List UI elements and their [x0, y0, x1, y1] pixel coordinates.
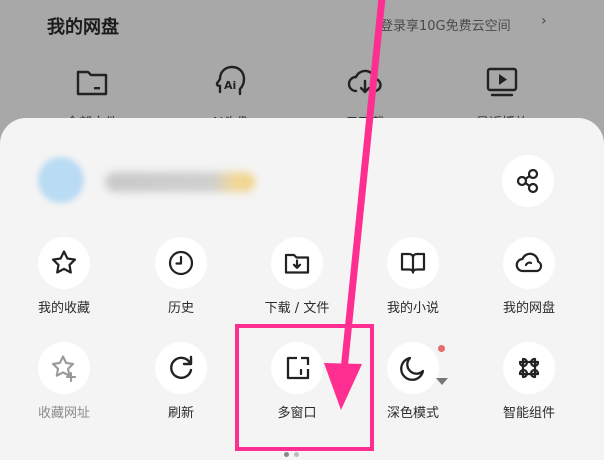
refresh-icon	[170, 355, 193, 379]
menu-item-multi-window[interactable]: 多窗口	[242, 342, 352, 442]
menu-item-label: 下载 / 文件	[264, 301, 330, 316]
menu-item-smart-widgets[interactable]: 智能组件	[474, 342, 584, 442]
share-icon	[516, 168, 539, 194]
menu-item-favorites[interactable]: 我的收藏	[9, 237, 119, 337]
menu-item-label: 刷新	[167, 406, 194, 421]
star-icon	[51, 250, 77, 274]
share-button[interactable]	[502, 155, 554, 207]
menu-item-refresh[interactable]: 刷新	[126, 342, 236, 442]
menu-item-history[interactable]: 历史	[126, 237, 236, 337]
menu-item-novels[interactable]: 我的小说	[358, 237, 468, 337]
page-indicator	[284, 452, 299, 457]
book-icon	[400, 252, 426, 274]
menu-item-label: 历史	[167, 301, 194, 316]
menu-item-cloud-drive[interactable]: 我的网盘	[474, 237, 584, 337]
menu-item-label: 收藏网址	[37, 406, 90, 421]
menu-item-label: 多窗口	[277, 406, 317, 421]
folder-download-icon	[284, 253, 310, 274]
moon-icon	[400, 356, 425, 381]
page-dot	[284, 452, 289, 457]
page-dot	[294, 452, 299, 457]
login-promo-link[interactable]: 登录享10G免费云空间	[380, 15, 511, 34]
clock-icon	[168, 250, 194, 276]
video-play-icon[interactable]	[482, 62, 522, 102]
menu-item-bookmark-url[interactable]: 收藏网址	[9, 342, 119, 442]
menu-item-label: 我的网盘	[502, 301, 555, 316]
svg-text:Ai: Ai	[224, 79, 236, 92]
ai-head-icon[interactable]: Ai	[210, 62, 250, 102]
menu-item-dark-mode[interactable]: 深色模式	[358, 342, 468, 442]
multi-window-icon	[286, 356, 310, 380]
user-name-blurred[interactable]	[105, 172, 255, 192]
cloud-icon	[515, 252, 543, 273]
notification-dot	[438, 345, 445, 352]
widget-icon	[518, 357, 540, 379]
menu-item-label: 我的小说	[386, 301, 439, 316]
menu-item-label: 深色模式	[386, 406, 439, 421]
menu-item-label: 智能组件	[502, 406, 555, 421]
cloud-download-icon[interactable]	[345, 62, 385, 102]
folder-icon[interactable]	[72, 62, 112, 102]
chevron-right-icon: ›	[541, 13, 547, 29]
dropdown-triangle-icon[interactable]	[436, 378, 448, 385]
menu-item-label: 我的收藏	[37, 301, 90, 316]
avatar[interactable]	[38, 157, 84, 203]
page-title: 我的网盘	[47, 17, 119, 38]
star-add-icon	[51, 355, 77, 383]
menu-item-downloads[interactable]: 下载 / 文件	[242, 237, 352, 337]
